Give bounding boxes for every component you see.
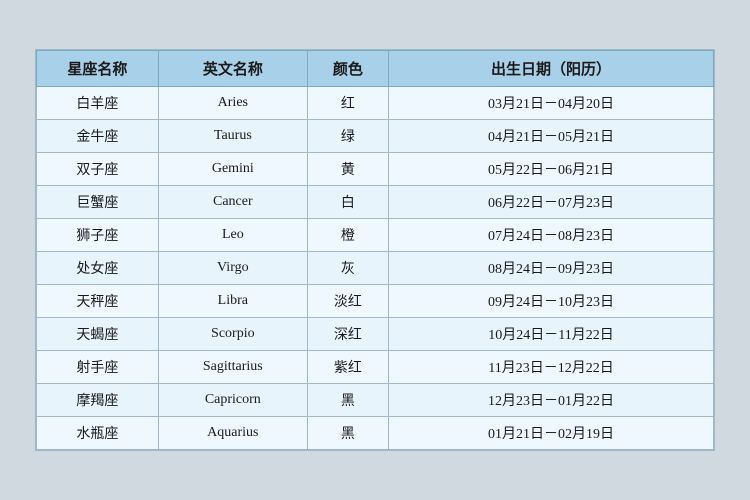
cell-birth-date: 10月24日－11月22日 (389, 318, 714, 351)
cell-chinese-name: 处女座 (37, 252, 159, 285)
cell-chinese-name: 金牛座 (37, 120, 159, 153)
cell-chinese-name: 天秤座 (37, 285, 159, 318)
table-row: 射手座Sagittarius紫红11月23日－12月22日 (37, 351, 714, 384)
cell-birth-date: 03月21日－04月20日 (389, 87, 714, 120)
cell-color: 深红 (307, 318, 388, 351)
table-row: 天秤座Libra淡红09月24日－10月23日 (37, 285, 714, 318)
cell-color: 红 (307, 87, 388, 120)
cell-chinese-name: 双子座 (37, 153, 159, 186)
cell-chinese-name: 水瓶座 (37, 417, 159, 450)
table-body: 白羊座Aries红03月21日－04月20日金牛座Taurus绿04月21日－0… (37, 87, 714, 450)
cell-chinese-name: 射手座 (37, 351, 159, 384)
cell-english-name: Capricorn (158, 384, 307, 417)
table-row: 巨蟹座Cancer白06月22日－07月23日 (37, 186, 714, 219)
cell-english-name: Aquarius (158, 417, 307, 450)
table-row: 摩羯座Capricorn黑12月23日－01月22日 (37, 384, 714, 417)
cell-birth-date: 12月23日－01月22日 (389, 384, 714, 417)
cell-birth-date: 09月24日－10月23日 (389, 285, 714, 318)
cell-birth-date: 06月22日－07月23日 (389, 186, 714, 219)
cell-english-name: Sagittarius (158, 351, 307, 384)
cell-english-name: Cancer (158, 186, 307, 219)
cell-english-name: Gemini (158, 153, 307, 186)
table-row: 狮子座Leo橙07月24日－08月23日 (37, 219, 714, 252)
cell-color: 淡红 (307, 285, 388, 318)
cell-color: 橙 (307, 219, 388, 252)
cell-english-name: Taurus (158, 120, 307, 153)
cell-english-name: Scorpio (158, 318, 307, 351)
table-row: 白羊座Aries红03月21日－04月20日 (37, 87, 714, 120)
cell-chinese-name: 巨蟹座 (37, 186, 159, 219)
cell-birth-date: 07月24日－08月23日 (389, 219, 714, 252)
header-english-name: 英文名称 (158, 51, 307, 87)
cell-birth-date: 08月24日－09月23日 (389, 252, 714, 285)
cell-birth-date: 04月21日－05月21日 (389, 120, 714, 153)
cell-english-name: Libra (158, 285, 307, 318)
zodiac-table: 星座名称 英文名称 颜色 出生日期（阳历） 白羊座Aries红03月21日－04… (36, 50, 714, 450)
table-row: 天蝎座Scorpio深红10月24日－11月22日 (37, 318, 714, 351)
header-color: 颜色 (307, 51, 388, 87)
table-header-row: 星座名称 英文名称 颜色 出生日期（阳历） (37, 51, 714, 87)
cell-color: 黑 (307, 417, 388, 450)
cell-birth-date: 01月21日－02月19日 (389, 417, 714, 450)
header-chinese-name: 星座名称 (37, 51, 159, 87)
cell-birth-date: 05月22日－06月21日 (389, 153, 714, 186)
cell-color: 黑 (307, 384, 388, 417)
header-birth-date: 出生日期（阳历） (389, 51, 714, 87)
table-row: 金牛座Taurus绿04月21日－05月21日 (37, 120, 714, 153)
cell-english-name: Aries (158, 87, 307, 120)
cell-birth-date: 11月23日－12月22日 (389, 351, 714, 384)
cell-color: 白 (307, 186, 388, 219)
table-row: 双子座Gemini黄05月22日－06月21日 (37, 153, 714, 186)
cell-english-name: Leo (158, 219, 307, 252)
cell-chinese-name: 摩羯座 (37, 384, 159, 417)
cell-chinese-name: 天蝎座 (37, 318, 159, 351)
cell-color: 绿 (307, 120, 388, 153)
cell-chinese-name: 狮子座 (37, 219, 159, 252)
table-row: 水瓶座Aquarius黑01月21日－02月19日 (37, 417, 714, 450)
cell-english-name: Virgo (158, 252, 307, 285)
table-row: 处女座Virgo灰08月24日－09月23日 (37, 252, 714, 285)
cell-color: 黄 (307, 153, 388, 186)
cell-chinese-name: 白羊座 (37, 87, 159, 120)
cell-color: 紫红 (307, 351, 388, 384)
cell-color: 灰 (307, 252, 388, 285)
zodiac-table-container: 星座名称 英文名称 颜色 出生日期（阳历） 白羊座Aries红03月21日－04… (35, 49, 715, 451)
